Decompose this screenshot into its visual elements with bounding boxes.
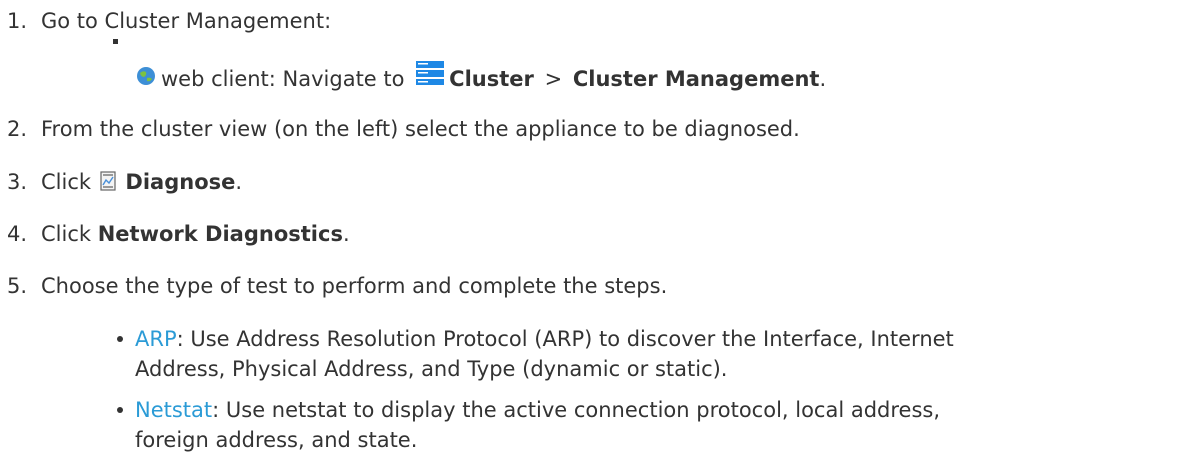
cluster-label: Cluster [449,67,534,91]
step-text-pre: Click [41,222,92,246]
netstat-option-line-1: Netstat: Use netstat to display the acti… [135,396,940,424]
step-text: From the cluster view (on the left) sele… [41,117,800,141]
step-5: 5. Choose the type of test to perform an… [0,272,1183,300]
bullet-dot [117,407,123,413]
step-1: 1. Go to Cluster Management: [0,7,1183,35]
step-number: 5. [7,274,28,298]
bullet-square [113,39,118,44]
step-text-post: . [342,222,350,246]
network-diagnostics-label: Network Diagnostics [97,222,343,246]
step-number: 3. [7,170,28,194]
step-3: 3. Click Diagnose. [0,168,1183,196]
step-text-post: . [235,170,243,194]
netstat-link[interactable]: Netstat [135,398,212,422]
globe-icon [137,67,155,85]
diagnose-icon [100,171,116,191]
web-client-instruction: web client: Navigate to Cluster > Cluste… [135,59,826,99]
arp-description: : Use Address Resolution Protocol (ARP) … [176,327,954,351]
cluster-icon [416,61,445,85]
path-separator: > [544,67,563,91]
cluster-management-label: Cluster Management [572,67,820,91]
step-number: 4. [7,222,28,246]
step-text-pre: Click [41,170,92,194]
arp-option-line-2: Address, Physical Address, and Type (dyn… [135,357,728,381]
step-4: 4. Click Network Diagnostics. [0,220,1183,248]
step-text: Choose the type of test to perform and c… [41,274,668,298]
arp-link[interactable]: ARP [135,327,177,351]
web-client-pre: web client: Navigate to [161,67,405,91]
web-client-post: . [819,67,827,91]
step-text: Go to Cluster Management: [41,9,332,33]
bullet-dot [117,336,123,342]
arp-option-line-1: ARP: Use Address Resolution Protocol (AR… [135,325,954,353]
step-number: 1. [7,9,28,33]
diagnose-label: Diagnose [125,170,236,194]
netstat-option-line-2: foreign address, and state. [135,428,418,452]
step-2: 2. From the cluster view (on the left) s… [0,115,1183,143]
step-number: 2. [7,117,28,141]
netstat-description: : Use netstat to display the active conn… [212,398,941,422]
